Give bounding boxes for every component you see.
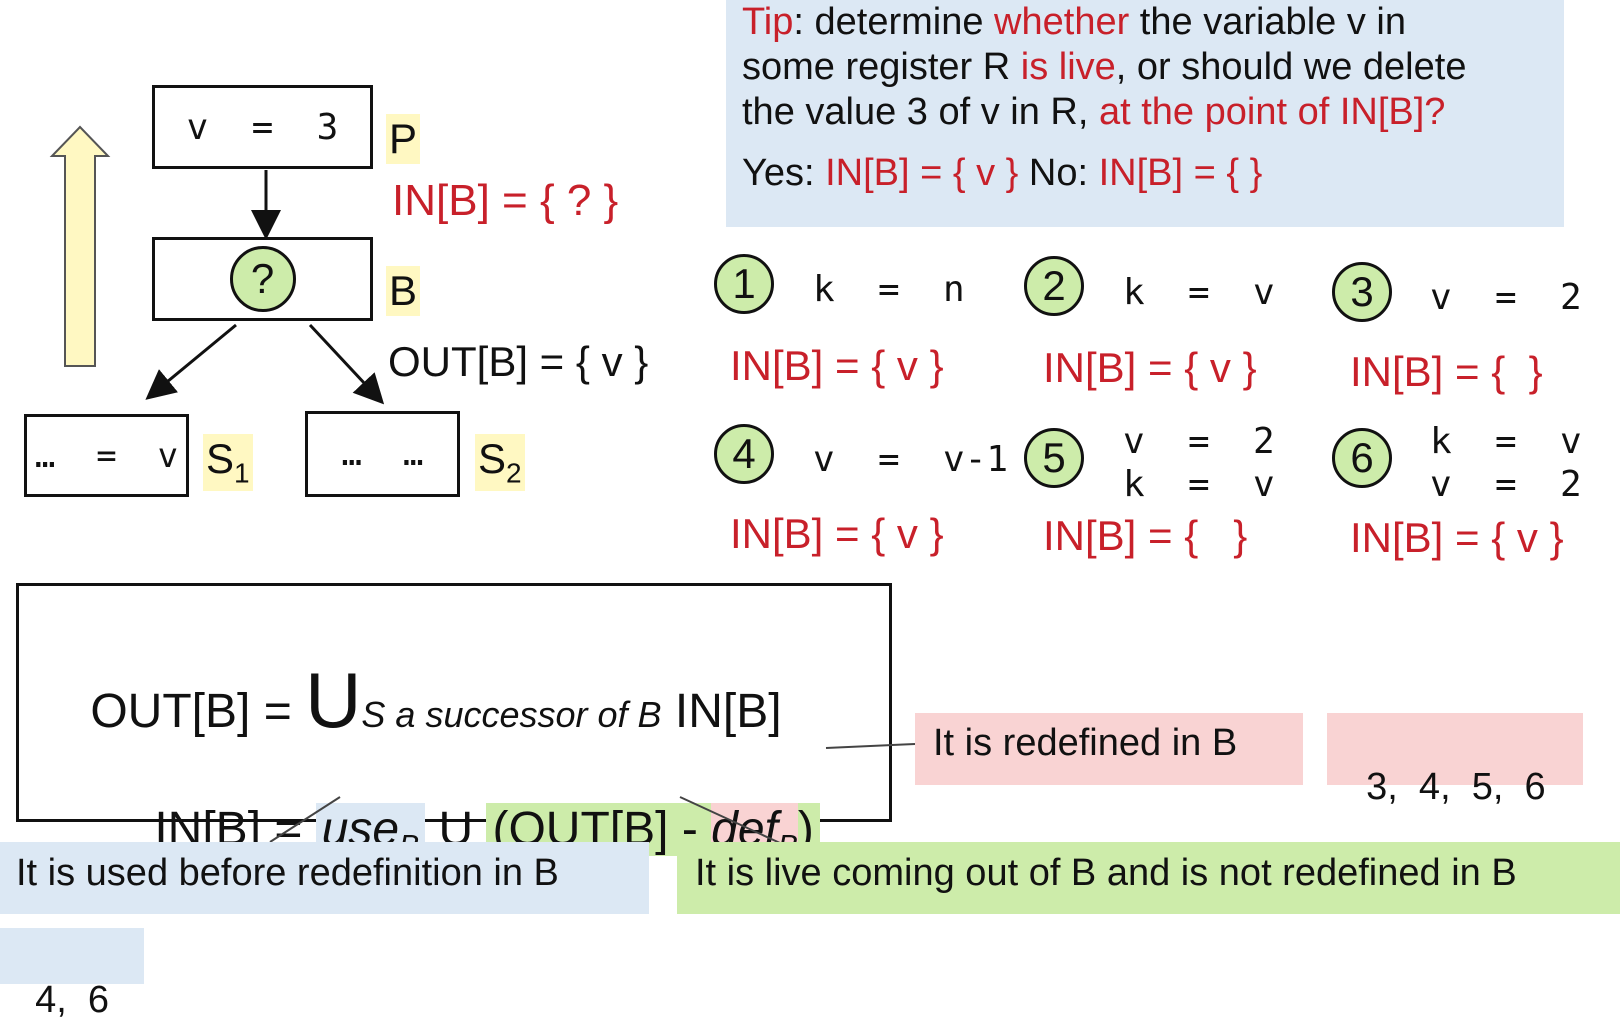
note-redefined: It is redefined in B: [915, 713, 1303, 785]
note-live-out: It is live coming out of B and is not re…: [677, 842, 1620, 914]
note-used-before: It is used before redefinition in B: [0, 842, 649, 914]
annotation-connectors: [269, 743, 916, 844]
note-used-cases: 4, 6: [0, 928, 144, 1021]
note-redefined-cases: 3, 4, 5, 6: [1327, 713, 1583, 808]
